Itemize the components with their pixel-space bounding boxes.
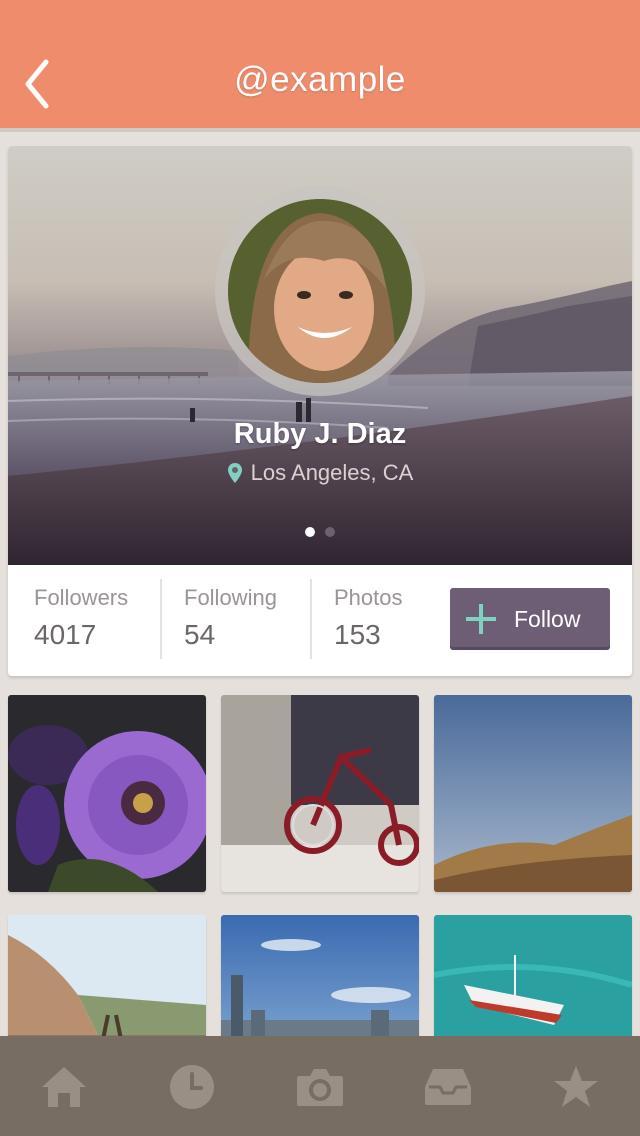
follow-label: Follow <box>514 605 581 632</box>
tab-history[interactable] <box>162 1062 222 1112</box>
stat-value: 153 <box>334 619 381 650</box>
tab-home[interactable] <box>34 1062 94 1112</box>
star-icon <box>554 1066 598 1107</box>
camera-icon <box>297 1069 343 1106</box>
page-title: @example <box>234 60 406 99</box>
portrait-image <box>228 199 412 383</box>
stats-bar: Followers 4017 Following 54 Photos 153 F… <box>8 565 632 676</box>
carousel-dot-1[interactable] <box>305 527 315 537</box>
tricycle-photo <box>221 695 419 892</box>
stat-value: 54 <box>184 619 216 650</box>
tab-inbox[interactable] <box>418 1062 478 1112</box>
cover-image[interactable]: Ruby J. Diaz Los Angeles, CA <box>8 146 632 565</box>
inbox-icon <box>425 1069 471 1105</box>
header-divider <box>0 128 640 132</box>
photo-tile-flower[interactable] <box>8 695 206 892</box>
stat-following[interactable]: Following 54 <box>184 585 277 661</box>
map-pin-icon <box>227 463 242 483</box>
desert-photo <box>434 695 632 892</box>
carousel-dot-2[interactable] <box>325 527 335 537</box>
flower-photo <box>8 695 206 892</box>
photo-tile-desert[interactable] <box>434 695 632 892</box>
stat-label: Followers <box>34 585 129 610</box>
stat-photos[interactable]: Photos 153 <box>334 585 403 661</box>
profile-name: Ruby J. Diaz <box>233 418 407 450</box>
profile-card: Ruby J. Diaz Los Angeles, CA Followers 4… <box>8 146 632 676</box>
home-icon <box>42 1067 86 1107</box>
header-bar: @example <box>0 0 640 128</box>
photo-tile-tricycle[interactable] <box>221 695 419 892</box>
stat-label: Following <box>184 585 277 610</box>
stat-label: Photos <box>334 585 403 610</box>
carousel-dots <box>8 527 632 537</box>
follow-button[interactable]: Follow <box>450 588 610 650</box>
plus-icon <box>466 604 496 634</box>
avatar[interactable] <box>228 199 412 383</box>
stat-divider <box>160 579 162 659</box>
tab-favorites[interactable] <box>546 1062 606 1112</box>
clock-icon <box>170 1065 214 1109</box>
location-text: Los Angeles, CA <box>250 460 414 485</box>
stat-value: 4017 <box>34 619 97 650</box>
stat-divider <box>310 579 312 659</box>
tab-camera[interactable] <box>290 1062 350 1112</box>
profile-location: Los Angeles, CA <box>8 460 632 486</box>
tab-bar <box>0 1036 640 1136</box>
stat-followers[interactable]: Followers 4017 <box>34 585 128 661</box>
